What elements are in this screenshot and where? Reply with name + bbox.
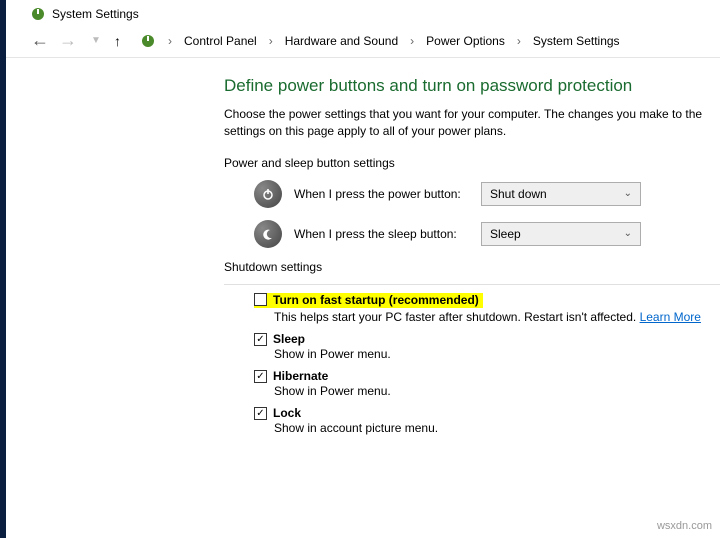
shutdown-settings-list: Turn on fast startup (recommended) This … — [254, 293, 720, 436]
chevron-down-icon: ⌄ — [624, 228, 632, 239]
main-panel: System Settings ← → ▼ ↑ › Control Panel … — [6, 0, 720, 538]
sleep-checkbox[interactable] — [254, 333, 267, 346]
navigation-bar: ← → ▼ ↑ › Control Panel › Hardware and S… — [6, 26, 720, 58]
control-panel-icon — [140, 33, 156, 49]
lock-description: Show in account picture menu. — [274, 421, 720, 435]
breadcrumb-control-panel[interactable]: Control Panel — [184, 34, 257, 48]
sleep-button-action-select[interactable]: Sleep ⌄ — [481, 222, 641, 246]
fast-startup-label: Turn on fast startup (recommended) — [273, 293, 479, 307]
forward-button: → — [58, 30, 78, 51]
fast-startup-item: Turn on fast startup (recommended) This … — [254, 293, 720, 325]
section-power-sleep-buttons: Power and sleep button settings — [224, 156, 720, 170]
sleep-button-action-value: Sleep — [490, 227, 521, 241]
power-button-row: When I press the power button: Shut down… — [254, 180, 720, 208]
sleep-button-row: When I press the sleep button: Sleep ⌄ — [254, 220, 720, 248]
sleep-description: Show in Power menu. — [274, 347, 720, 361]
hibernate-label: Hibernate — [273, 369, 328, 383]
back-button[interactable]: ← — [30, 30, 50, 51]
divider — [224, 284, 720, 285]
chevron-right-icon: › — [269, 34, 273, 48]
hibernate-item: Hibernate Show in Power menu. — [254, 369, 720, 398]
breadcrumb-hardware-sound[interactable]: Hardware and Sound — [285, 34, 398, 48]
power-icon — [254, 180, 282, 208]
power-options-icon — [30, 6, 46, 22]
up-button[interactable]: ↑ — [114, 33, 132, 49]
lock-item: Lock Show in account picture menu. — [254, 406, 720, 435]
learn-more-link[interactable]: Learn More — [640, 310, 701, 324]
titlebar: System Settings — [6, 0, 720, 26]
sleep-button-label: When I press the sleep button: — [294, 227, 469, 241]
page-description: Choose the power settings that you want … — [224, 106, 720, 140]
power-button-action-value: Shut down — [490, 187, 547, 201]
power-button-label: When I press the power button: — [294, 187, 469, 201]
page-heading: Define power buttons and turn on passwor… — [224, 76, 720, 96]
sleep-icon — [254, 220, 282, 248]
fast-startup-description: This helps start your PC faster after sh… — [274, 310, 720, 324]
breadcrumb-power-options[interactable]: Power Options — [426, 34, 505, 48]
lock-label: Lock — [273, 406, 301, 420]
section-shutdown-settings: Shutdown settings — [224, 260, 720, 274]
window-title: System Settings — [52, 7, 139, 21]
hibernate-checkbox[interactable] — [254, 370, 267, 383]
sleep-item: Sleep Show in Power menu. — [254, 332, 720, 361]
sleep-label: Sleep — [273, 332, 305, 346]
watermark: wsxdn.com — [657, 520, 712, 532]
lock-checkbox[interactable] — [254, 407, 267, 420]
chevron-right-icon: › — [168, 34, 172, 48]
content-area: Define power buttons and turn on passwor… — [6, 58, 720, 443]
recent-dropdown[interactable]: ▼ — [86, 35, 106, 46]
chevron-down-icon: ⌄ — [624, 188, 632, 199]
hibernate-description: Show in Power menu. — [274, 384, 720, 398]
power-button-action-select[interactable]: Shut down ⌄ — [481, 182, 641, 206]
chevron-right-icon: › — [410, 34, 414, 48]
chevron-right-icon: › — [517, 34, 521, 48]
breadcrumb-system-settings[interactable]: System Settings — [533, 34, 620, 48]
fast-startup-checkbox[interactable] — [254, 293, 267, 306]
